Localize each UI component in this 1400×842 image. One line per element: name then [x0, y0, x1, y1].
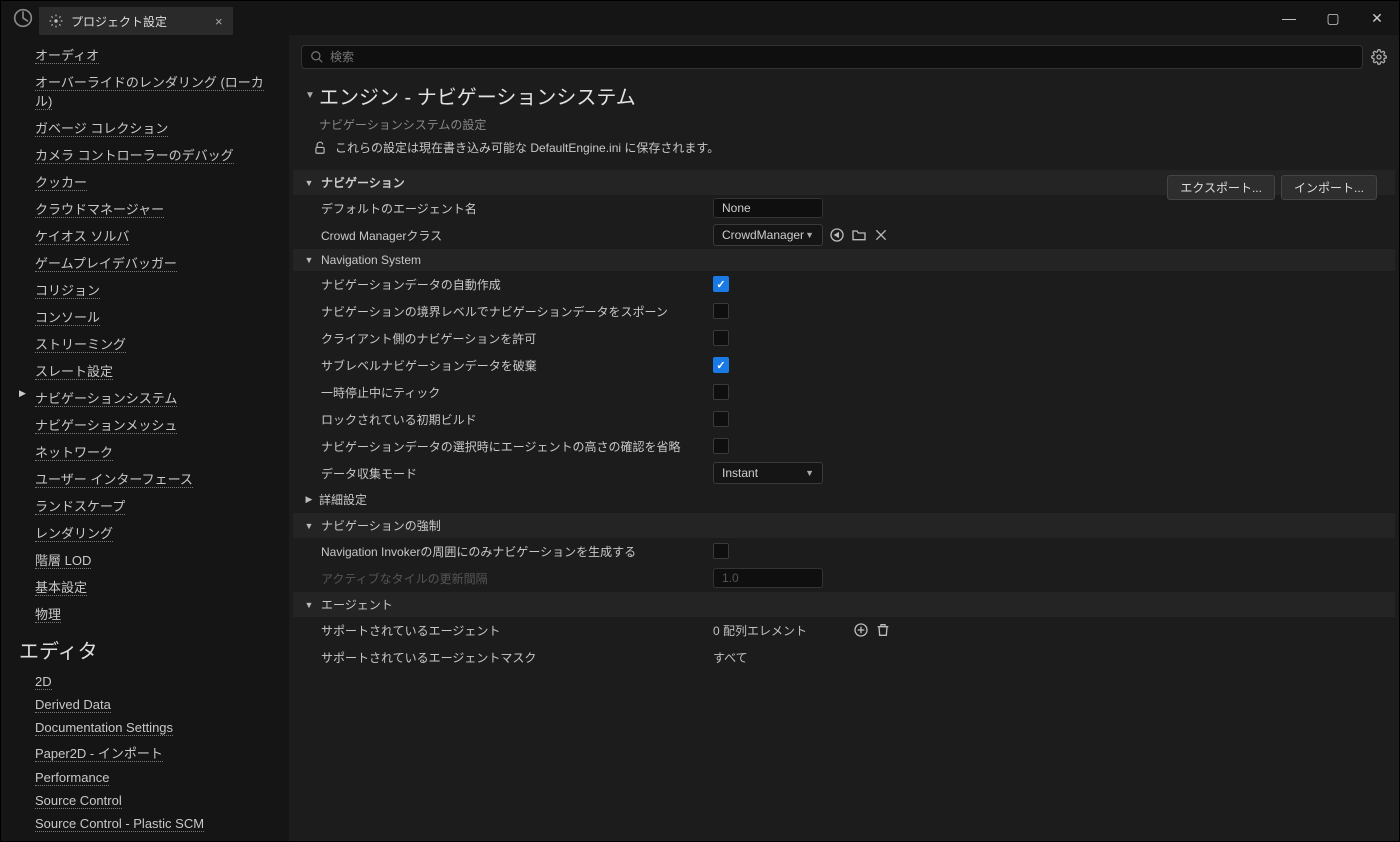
maximize-button[interactable]: ▢ — [1311, 1, 1355, 35]
page-title: エンジン - ナビゲーションシステム — [319, 81, 636, 110]
skip-height-checkbox[interactable] — [713, 438, 729, 454]
initial-locked-checkbox[interactable] — [713, 411, 729, 427]
spawn-boundary-label: ナビゲーションの境界レベルでナビゲーションデータをスポーン — [313, 303, 713, 320]
sidebar-item[interactable]: Source Control - Plastic SCM — [19, 812, 279, 835]
sidebar-item[interactable]: Paper2D - インポート — [19, 739, 279, 766]
search-box[interactable] — [301, 45, 1363, 69]
skip-height-label: ナビゲーションデータの選択時にエージェントの高さの確認を省略 — [313, 438, 713, 455]
sidebar-item[interactable]: ナビゲーションメッシュ — [19, 411, 279, 438]
sidebar-item[interactable]: コリジョン — [19, 276, 279, 303]
sidebar-item[interactable]: レンダリング — [19, 519, 279, 546]
page-subtitle: ナビゲーションシステムの設定 — [305, 110, 1383, 133]
advanced-label[interactable]: 詳細設定 — [315, 491, 715, 508]
auto-create-checkbox[interactable] — [713, 276, 729, 292]
sidebar-item[interactable]: 物理 — [19, 600, 279, 627]
sidebar-item[interactable]: クラウドマネージャー — [19, 195, 279, 222]
settings-tab-icon — [49, 14, 63, 28]
tab-close-icon[interactable]: × — [215, 14, 223, 29]
discard-sublevel-label: サブレベルナビゲーションデータを破棄 — [313, 357, 713, 374]
sidebar-item[interactable]: ケイオス ソルバ — [19, 222, 279, 249]
default-agent-input[interactable] — [713, 198, 823, 218]
export-button[interactable]: エクスポート... — [1167, 175, 1275, 200]
sidebar-item[interactable]: カメラ コントローラーのデバッグ — [19, 141, 279, 168]
sidebar-item[interactable]: ガベージ コレクション — [19, 114, 279, 141]
default-agent-label: デフォルトのエージェント名 — [313, 200, 713, 217]
collapse-header-icon[interactable]: ▼ — [305, 90, 315, 101]
sidebar-item[interactable]: Source Control — [19, 789, 279, 812]
folder-icon[interactable] — [851, 227, 867, 243]
sidebar-item[interactable]: オーバーライドのレンダリング (ローカル) — [19, 68, 279, 114]
sidebar-item[interactable]: ゲームプレイデバッガー — [19, 249, 279, 276]
crowd-manager-dropdown[interactable]: CrowdManager▼ — [713, 224, 823, 246]
search-input[interactable] — [330, 50, 1354, 64]
spawn-boundary-checkbox[interactable] — [713, 303, 729, 319]
sidebar-item[interactable]: ネットワーク — [19, 438, 279, 465]
app-logo-icon — [13, 8, 33, 28]
tick-paused-label: 一時停止中にティック — [313, 384, 713, 401]
sidebar-item[interactable]: ナビゲーションシステム — [19, 384, 279, 411]
section-enforce-header[interactable]: ▼ナビゲーションの強制 — [293, 513, 1395, 538]
trash-icon[interactable] — [875, 622, 891, 638]
window-tab[interactable]: プロジェクト設定 × — [39, 7, 233, 35]
supported-agents-label: サポートされているエージェント — [313, 622, 713, 639]
tile-interval-label: アクティブなタイルの更新間隔 — [313, 570, 713, 587]
settings-gear-icon[interactable] — [1371, 49, 1387, 65]
agent-mask-value: すべて — [713, 649, 748, 666]
invoker-only-label: Navigation Invokerの周囲にのみナビゲーションを生成する — [313, 543, 713, 560]
main-panel: ▼ エンジン - ナビゲーションシステム エクスポート... インポート... … — [289, 35, 1399, 841]
sidebar-item[interactable]: Performance — [19, 766, 279, 789]
allow-client-checkbox[interactable] — [713, 330, 729, 346]
close-window-button[interactable]: ✕ — [1355, 1, 1399, 35]
crowd-manager-label: Crowd Managerクラス — [313, 227, 713, 244]
invoker-only-checkbox[interactable] — [713, 543, 729, 559]
tick-paused-checkbox[interactable] — [713, 384, 729, 400]
tile-interval-input — [713, 568, 823, 588]
agent-mask-label: サポートされているエージェントマスク — [313, 649, 713, 666]
data-mode-dropdown[interactable]: Instant▼ — [713, 462, 823, 484]
data-mode-label: データ収集モード — [313, 465, 713, 482]
add-element-icon[interactable] — [853, 622, 869, 638]
config-info-text: これらの設定は現在書き込み可能な DefaultEngine.ini に保存され… — [335, 139, 719, 156]
sidebar-item[interactable]: ストリーミング — [19, 330, 279, 357]
discard-sublevel-checkbox[interactable] — [713, 357, 729, 373]
sidebar-item[interactable]: クッカー — [19, 168, 279, 195]
sidebar-item[interactable]: 基本設定 — [19, 573, 279, 600]
allow-client-label: クライアント側のナビゲーションを許可 — [313, 330, 713, 347]
title-bar: プロジェクト設定 × — ▢ ✕ — [1, 1, 1399, 35]
import-button[interactable]: インポート... — [1281, 175, 1377, 200]
auto-create-label: ナビゲーションデータの自動作成 — [313, 276, 713, 293]
sidebar-item[interactable]: Documentation Settings — [19, 716, 279, 739]
sidebar-item[interactable]: スレート設定 — [19, 357, 279, 384]
sidebar-item[interactable]: 階層 LOD — [19, 546, 279, 573]
supported-agents-value: 0 配列エレメント — [713, 622, 807, 639]
search-icon — [310, 50, 324, 64]
sidebar[interactable]: オーディオオーバーライドのレンダリング (ローカル)ガベージ コレクションカメラ… — [1, 35, 289, 841]
advanced-expand-icon[interactable]: ▶ — [303, 494, 315, 505]
sidebar-item[interactable]: 2D — [19, 670, 279, 693]
sidebar-category-editor: エディタ — [19, 627, 279, 670]
sidebar-item[interactable]: オーディオ — [19, 41, 279, 68]
browse-icon[interactable] — [829, 227, 845, 243]
sidebar-item[interactable]: ユーザー インターフェース — [19, 465, 279, 492]
initial-locked-label: ロックされている初期ビルド — [313, 411, 713, 428]
section-navsystem-header[interactable]: ▼Navigation System — [293, 249, 1395, 271]
sidebar-item[interactable]: ウィジェットデザイナー(チーム) — [19, 835, 279, 841]
sidebar-item[interactable]: Derived Data — [19, 693, 279, 716]
sidebar-item[interactable]: ランドスケープ — [19, 492, 279, 519]
minimize-button[interactable]: — — [1267, 1, 1311, 35]
unlock-icon — [313, 141, 327, 155]
tab-title: プロジェクト設定 — [71, 13, 167, 30]
section-agent-header[interactable]: ▼エージェント — [293, 592, 1395, 617]
clear-icon[interactable] — [873, 227, 889, 243]
sidebar-item[interactable]: コンソール — [19, 303, 279, 330]
